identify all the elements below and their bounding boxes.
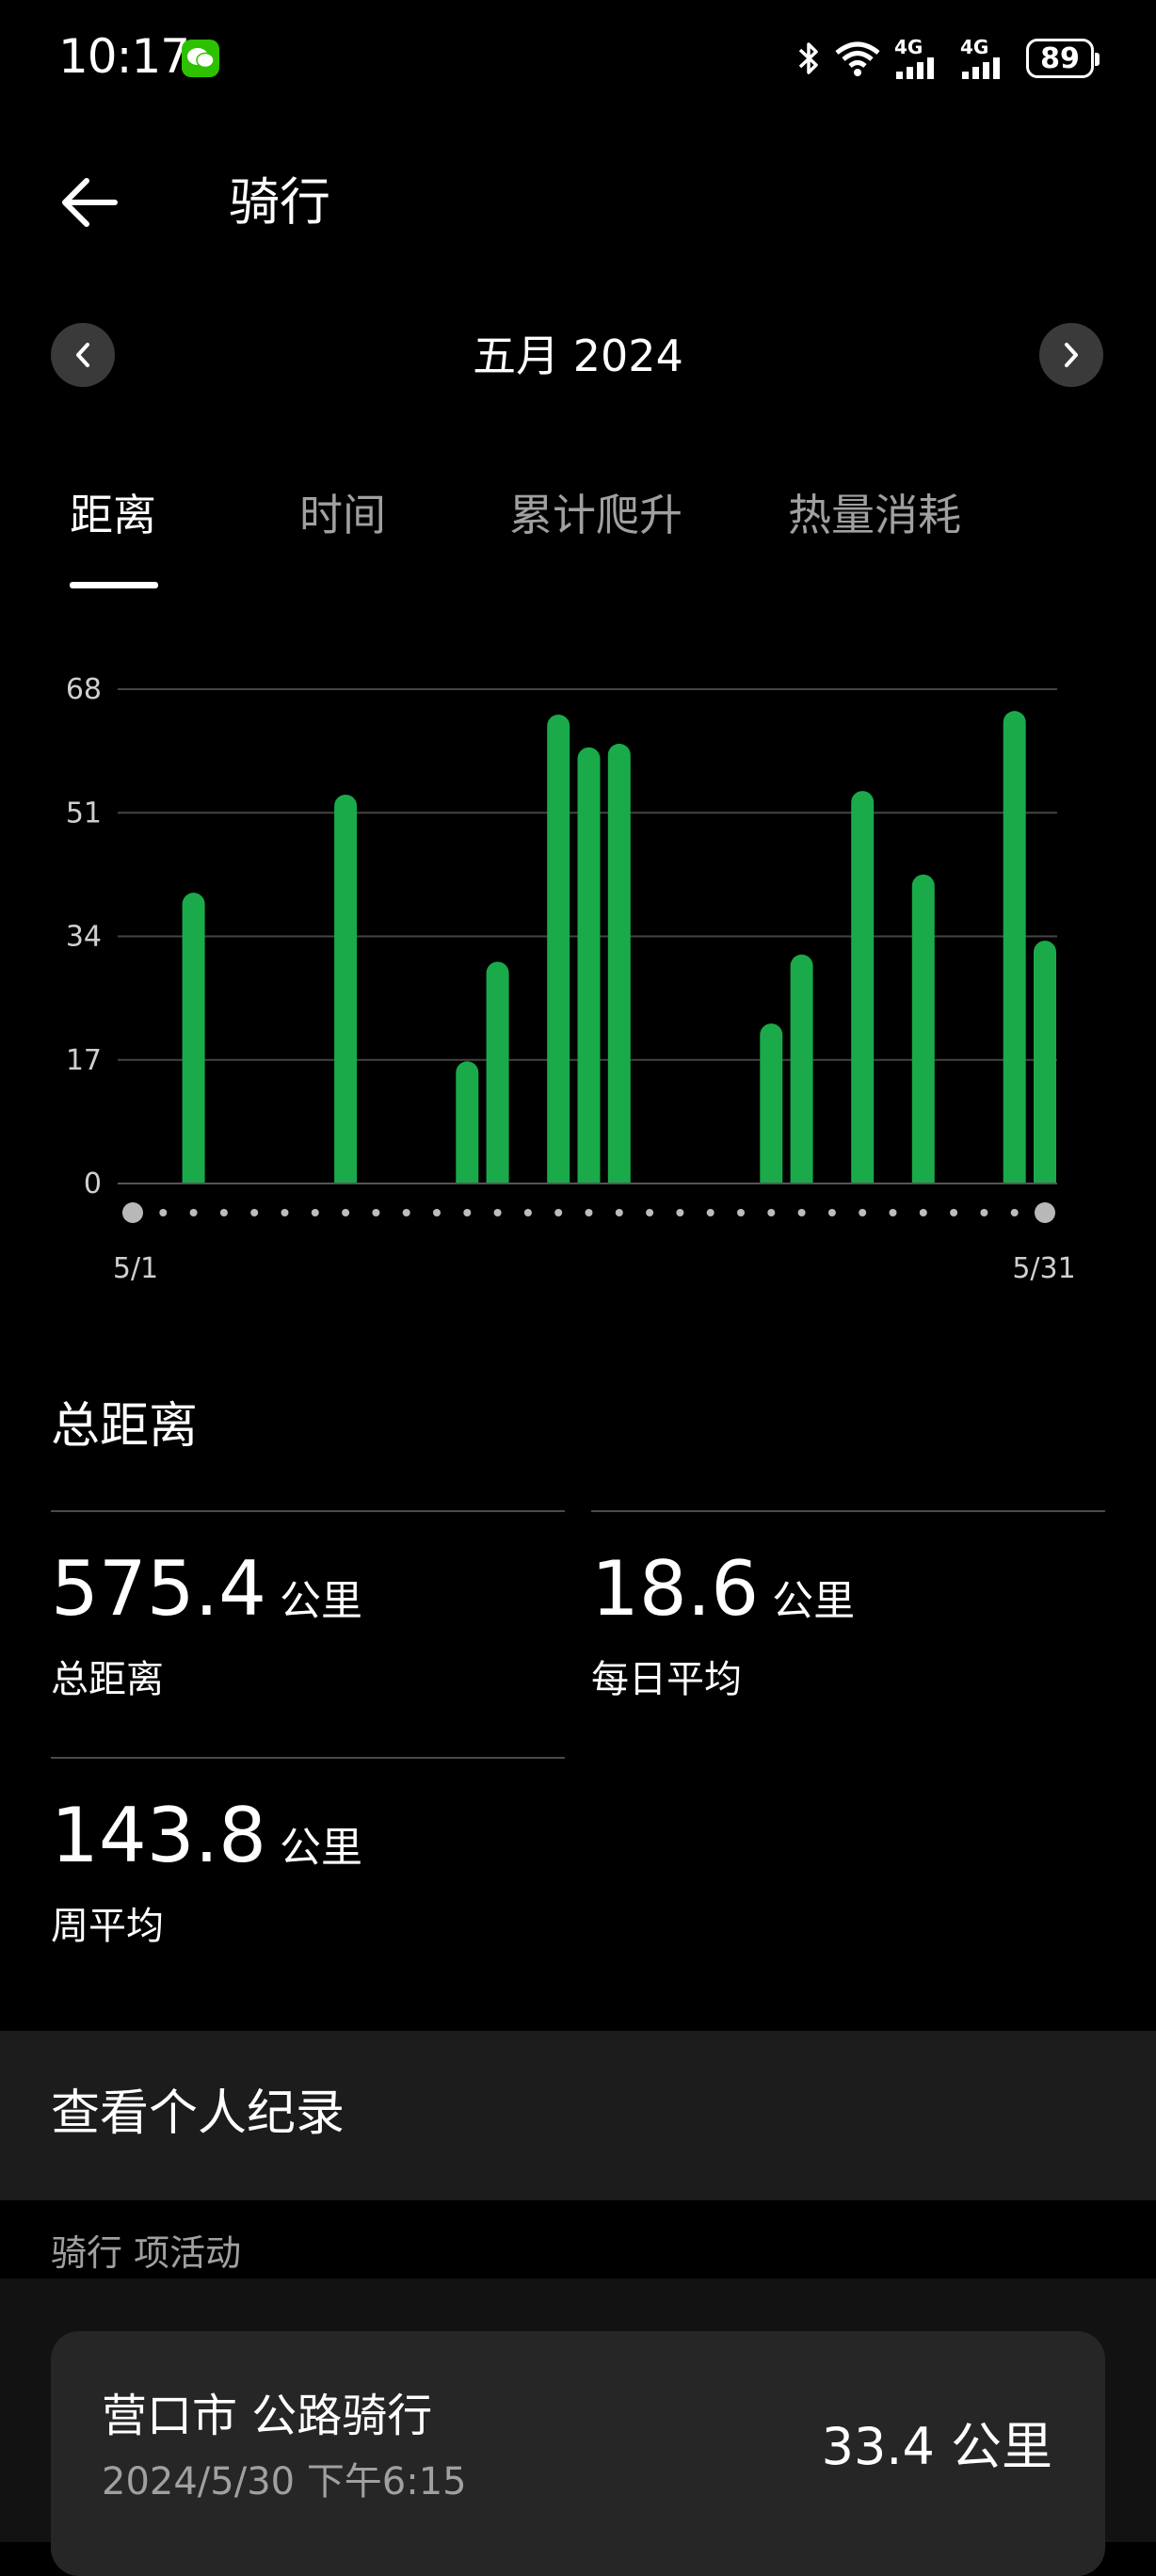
day-dot: [889, 1209, 897, 1216]
total-distance-stat: 575.4 公里: [51, 1544, 362, 1634]
day-dot: [311, 1209, 319, 1216]
daily-average-stat: 18.6 公里: [591, 1544, 855, 1634]
bluetooth-icon: [798, 42, 818, 74]
day-dot: [281, 1209, 289, 1216]
divider: [51, 1757, 565, 1759]
day-dot: [646, 1209, 654, 1216]
bar: [577, 747, 601, 1195]
day-dot: [493, 1209, 502, 1216]
status-icons: 4G 4G 89: [796, 32, 1100, 85]
weekly-average-unit: 公里: [280, 1824, 363, 1872]
arrow-left-icon: [62, 178, 118, 227]
day-dot: [189, 1209, 198, 1216]
daily-average-label: 每日平均: [591, 1658, 742, 1701]
x-start-label: 5/1: [113, 1252, 158, 1285]
bar: [334, 794, 358, 1195]
day-dot: [250, 1209, 259, 1216]
day-dot: [463, 1209, 472, 1216]
bar: [851, 791, 875, 1195]
daily-average-unit: 公里: [772, 1577, 856, 1625]
battery-icon: 89: [1026, 39, 1100, 78]
day-dot: [523, 1209, 532, 1216]
daily-average-value: 18.6: [591, 1545, 760, 1633]
weekly-average-stat: 143.8 公里: [51, 1791, 362, 1881]
tab-time[interactable]: 时间: [299, 485, 386, 545]
day-dot: [980, 1209, 988, 1216]
day-dot: [402, 1209, 410, 1216]
activities-header: 骑行 项活动: [51, 2232, 242, 2274]
cellular-2: 4G: [960, 38, 1013, 79]
day-dot: [676, 1209, 684, 1216]
weekly-average-value: 143.8: [51, 1792, 267, 1879]
signal-icon: [962, 57, 1000, 79]
bar: [1034, 941, 1056, 1195]
day-dot: [767, 1209, 776, 1216]
day-dot: [372, 1209, 380, 1216]
day-dot: [950, 1209, 958, 1216]
activity-distance: 33.4 公里: [821, 2417, 1052, 2476]
bar: [456, 1061, 479, 1195]
y-tick-label: 34: [66, 921, 102, 954]
activity-title: 营口市 公路骑行: [102, 2390, 433, 2442]
day-dot: [342, 1209, 350, 1216]
bar: [547, 715, 570, 1195]
tab-calories[interactable]: 热量消耗: [788, 485, 961, 545]
day-dot: [433, 1209, 441, 1216]
page-title: 骑行: [229, 172, 330, 232]
baseline-mask: [118, 1183, 1057, 1197]
bar: [760, 1023, 783, 1195]
bar: [911, 874, 935, 1195]
status-time: 10:17: [58, 29, 190, 84]
y-tick-label: 17: [66, 1044, 102, 1077]
personal-records-link[interactable]: 查看个人纪录: [51, 2081, 345, 2147]
chevron-right-icon: [1065, 343, 1078, 367]
day-dot: [919, 1209, 927, 1216]
tab-distance[interactable]: 距离: [70, 485, 156, 545]
tab-active-indicator: [70, 582, 158, 588]
day-dot: [706, 1209, 714, 1216]
activity-time: 2024/5/30 下午6:15: [102, 2460, 467, 2504]
day-dot: [554, 1209, 563, 1216]
day-dot-endpoint: [1035, 1202, 1055, 1223]
y-tick-label: 0: [84, 1167, 102, 1200]
y-tick-label: 68: [66, 673, 102, 706]
divider: [591, 1510, 1105, 1512]
bar: [486, 961, 509, 1195]
bar: [182, 893, 205, 1195]
next-month-button[interactable]: [1039, 323, 1103, 387]
divider: [51, 1510, 565, 1512]
back-button[interactable]: [56, 169, 122, 235]
bar: [607, 743, 631, 1195]
stats-section-title: 总距离: [51, 1398, 199, 1455]
total-distance-label: 总距离: [51, 1658, 164, 1701]
weekly-average-label: 周平均: [51, 1905, 164, 1948]
wechat-notification-icon: [182, 40, 219, 77]
day-dot: [159, 1209, 168, 1216]
month-label: 五月 2024: [473, 330, 683, 381]
day-dot: [615, 1209, 623, 1216]
y-tick-label: 51: [66, 797, 102, 829]
day-dot: [585, 1209, 593, 1216]
bar: [790, 954, 813, 1195]
bar: [1003, 711, 1026, 1195]
total-distance-value: 575.4: [51, 1545, 267, 1633]
signal-icon: [896, 57, 934, 79]
day-dot: [737, 1209, 745, 1216]
day-dot: [859, 1209, 867, 1216]
day-dot: [219, 1209, 228, 1216]
wifi-icon: [835, 41, 880, 76]
x-end-label: 5/31: [1012, 1252, 1075, 1285]
day-dot: [1010, 1209, 1019, 1216]
tab-elevation-gain[interactable]: 累计爬升: [509, 485, 682, 545]
day-dot: [797, 1209, 806, 1216]
cellular-1: 4G: [894, 38, 947, 79]
day-dot: [827, 1209, 836, 1216]
distance-bar-chart: 0 17 34 51 68 5/1 5/31: [66, 673, 1076, 1285]
total-distance-unit: 公里: [280, 1577, 363, 1625]
day-dot-endpoint: [122, 1202, 143, 1223]
